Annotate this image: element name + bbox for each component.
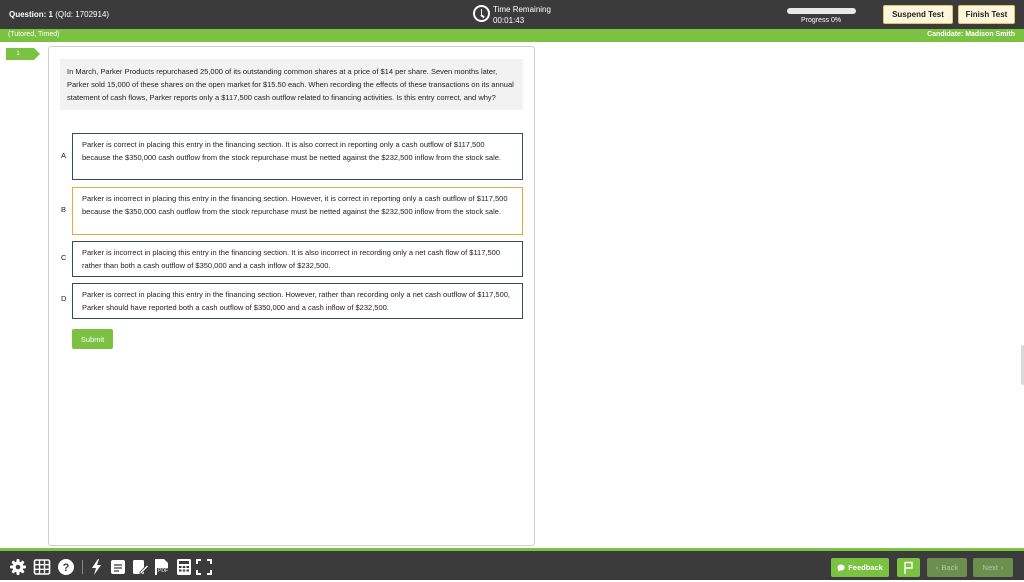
question-tab[interactable]: 1 xyxy=(6,48,40,60)
finish-test-button[interactable]: Finish Test xyxy=(958,5,1015,24)
choice-letter-a: A xyxy=(61,151,67,160)
chevron-right-icon: › xyxy=(1000,563,1004,572)
progress-bar xyxy=(787,8,856,14)
answer-choice-b[interactable]: Parker is incorrect in placing this entr… xyxy=(72,187,523,235)
status-bar: (Tutored, Timed) Candidate: Madison Smit… xyxy=(0,29,1024,42)
edit-note-icon[interactable] xyxy=(130,558,150,576)
choice-letter-d: D xyxy=(61,294,67,303)
choice-letter-c: C xyxy=(61,253,67,262)
pdf-icon[interactable]: PDF xyxy=(152,558,172,576)
back-label: Back xyxy=(941,563,959,572)
test-mode: (Tutored, Timed) xyxy=(8,31,60,38)
chevron-left-icon: ‹ xyxy=(935,563,939,572)
toolbar-divider xyxy=(82,560,83,574)
time-remaining-label: Time Remaining xyxy=(493,5,551,14)
question-number: Question: 1 xyxy=(9,10,54,19)
candidate-name: Candidate: Madison Smith xyxy=(927,31,1015,38)
feedback-label: Feedback xyxy=(848,563,883,572)
grid-icon[interactable] xyxy=(32,558,52,576)
progress-label: Progress 0% xyxy=(801,17,842,24)
fullscreen-icon[interactable] xyxy=(195,558,213,576)
question-tab-arrow xyxy=(34,48,40,60)
flag-button[interactable] xyxy=(897,558,920,577)
question-tab-number: 1 xyxy=(6,48,34,60)
clock-icon xyxy=(473,5,490,22)
next-label: Next xyxy=(982,563,998,572)
choice-letter-b: B xyxy=(61,205,67,214)
back-button[interactable]: ‹ Back xyxy=(927,558,967,577)
question-panel: In March, Parker Products repurchased 25… xyxy=(48,46,535,546)
next-button[interactable]: Next › xyxy=(973,558,1013,577)
pdf-label: PDF xyxy=(158,568,168,574)
top-bar: Question: 1 (QId: 1702914) Time Remainin… xyxy=(0,0,1024,29)
question-info: Question: 1 (QId: 1702914) xyxy=(9,10,109,19)
lightning-icon[interactable] xyxy=(88,558,106,576)
help-icon[interactable]: ? xyxy=(56,558,76,576)
svg-text:?: ? xyxy=(63,562,70,574)
notes-icon[interactable] xyxy=(108,558,128,576)
question-stem: In March, Parker Products repurchased 25… xyxy=(60,59,523,110)
gear-icon[interactable] xyxy=(8,558,28,576)
time-remaining-value: 00:01:43 xyxy=(493,16,525,25)
answer-choice-c[interactable]: Parker is incorrect in placing this entr… xyxy=(72,241,523,277)
answer-choice-d[interactable]: Parker is correct in placing this entry … xyxy=(72,283,523,319)
submit-button[interactable]: Submit xyxy=(72,329,113,349)
question-id: (QId: 1702914) xyxy=(55,10,110,19)
flag-icon xyxy=(904,561,913,574)
calculator-icon[interactable] xyxy=(175,558,193,576)
bottom-toolbar: ? PDF Feedback ‹ Back Next › xyxy=(0,548,1024,580)
suspend-test-button[interactable]: Suspend Test xyxy=(883,5,953,24)
speech-bubble-icon xyxy=(837,564,845,572)
feedback-button[interactable]: Feedback xyxy=(831,558,889,577)
answer-choice-a[interactable]: Parker is correct in placing this entry … xyxy=(72,133,523,180)
